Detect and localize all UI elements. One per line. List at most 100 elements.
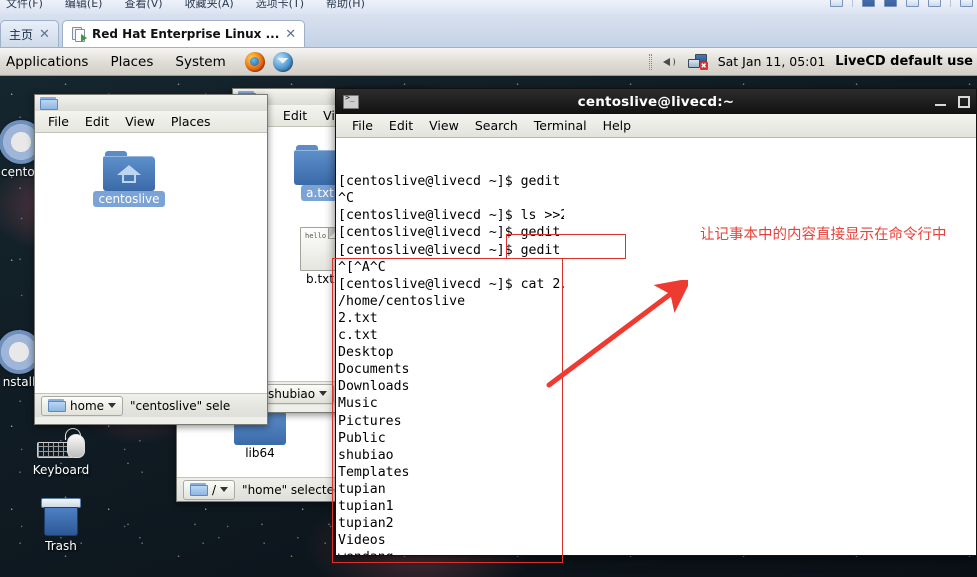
divider [852,0,853,7]
browser-menu-item-4[interactable]: 选项卡(T) [256,0,304,11]
window-icon[interactable] [960,0,973,7]
location-label: home [70,398,105,413]
menu-edit[interactable]: Edit [78,112,116,132]
panel-menu-applications[interactable]: Applications [0,49,99,75]
location-button-root[interactable]: / [183,479,236,500]
tab-label: 主页 [9,27,34,42]
terminal-line: shubiao [338,447,394,463]
terminal-line: tupian1 [338,498,394,514]
settings-icon[interactable] [830,0,843,7]
terminal-line: Documents [338,362,410,378]
panel-menu-places[interactable]: Places [99,49,164,75]
network-disconnected-icon[interactable]: ✖ [687,53,708,70]
menubar-home[interactable]: File Edit View Places [35,111,267,133]
keyboard-icon [37,428,85,462]
browser-tab-home[interactable]: 主页 ✕ [0,20,59,47]
menu-file[interactable]: File [344,115,381,137]
terminal-line: c.txt [338,328,378,344]
volume-icon[interactable] [662,54,678,70]
divider [950,0,951,7]
status-text-home: "centoslive" sele [130,398,231,413]
chevron-down-icon [319,391,328,396]
close-icon[interactable]: ✕ [285,27,296,42]
statusbar-home: home "centoslive" sele [35,393,267,417]
layout-left-icon[interactable] [862,0,875,7]
browser-menubar[interactable]: 文件(F) 编辑(E) 查看(V) 收藏夹(A) 选项卡(T) 帮助(H) [0,0,977,14]
terminal-line: Downloads [338,379,410,395]
fit-width-icon[interactable] [906,0,919,7]
menu-view[interactable]: View [118,112,162,132]
thunderbird-icon[interactable] [272,51,293,72]
location-button-home[interactable]: home [41,395,124,416]
terminal-line: /home/centoslive [338,293,466,309]
terminal-line: wendang [338,549,564,555]
screenshot-icon[interactable] [928,0,941,7]
terminal-line: ^C [338,191,354,207]
titlebar-home[interactable] [35,95,267,111]
browser-menu-item-2[interactable]: 查看(V) [124,0,162,11]
tab-label: Red Hat Enterprise Linux ... [92,27,280,41]
terminal-line: [centoslive@livecd ~]$ cat 2.txt [338,276,564,292]
folder-icon [40,97,58,110]
menu-edit[interactable]: Edit [381,115,421,137]
file-manager-window-home[interactable]: File Edit View Places centoslive home "c… [34,94,268,425]
terminal-line: [centoslive@livecd ~]$ gedit [338,225,561,241]
menu-terminal[interactable]: Terminal [526,115,595,137]
document-preview-text: hello [305,232,327,240]
terminal-menubar[interactable]: File Edit View Search Terminal Help [336,114,976,138]
location-label: shubiao [268,386,316,401]
browser-tab-rhel[interactable]: Red Hat Enterprise Linux ... ✕ [62,20,306,47]
chevron-down-icon [108,403,117,408]
minimize-button[interactable] [935,104,946,106]
gnome-panel[interactable]: Applications Places System ✖ Sat Jan 11,… [0,48,977,76]
home-folder-icon [103,151,155,191]
browser-tabstrip[interactable]: 主页 ✕ Red Hat Enterprise Linux ... ✕ [0,14,977,48]
close-icon[interactable]: ✕ [39,27,50,42]
chevron-down-icon [220,487,229,492]
menu-help[interactable]: Help [595,115,640,137]
menu-search[interactable]: Search [467,115,526,137]
trash-icon [41,498,81,538]
page-icon [71,26,87,42]
file-item-centoslive[interactable]: centoslive [83,151,175,207]
file-item-label: lib64 [245,446,275,460]
terminal-output[interactable]: [centoslive@livecd ~]$ gedit 2.txt^C[cen… [336,138,564,555]
browser-menu-item-0[interactable]: 文件(F) [6,0,43,11]
file-item-label: b.txt [306,272,334,286]
desktop-icon-label: Trash [45,539,77,553]
browser-menu-item-1[interactable]: 编辑(E) [65,0,103,11]
terminal-titlebar[interactable]: centoslive@livecd:~ [336,89,976,114]
panel-username[interactable]: LiveCD default use [835,54,973,69]
desktop-icon-keyboard[interactable]: Keyboard [18,428,104,477]
terminal-line: tupian2 [338,516,394,532]
menu-file[interactable]: File [41,112,76,132]
panel-separator [648,53,652,70]
text-document-icon: hello [300,227,340,271]
panel-clock[interactable]: Sat Jan 11, 05:01 [718,54,826,69]
browser-menu-item-5[interactable]: 帮助(H) [326,0,365,11]
terminal-line: ^[^A^C [338,259,386,275]
layout-top-icon[interactable] [884,0,897,7]
browser-menu-item-3[interactable]: 收藏夹(A) [185,0,234,11]
menu-places[interactable]: Places [164,112,218,132]
firefox-icon[interactable] [244,51,265,72]
maximize-button[interactable] [958,95,970,108]
desktop-icon-trash[interactable]: Trash [18,498,104,553]
terminal-line: Templates [338,464,410,480]
terminal-title-text: centoslive@livecd:~ [577,93,735,110]
terminal-line: [centoslive@livecd ~]$ ls >>2.txt [338,208,564,224]
folder-icon [190,483,208,496]
terminal-line: Music [338,396,378,412]
annotation-text: 让记事本中的内容直接显示在命令行中 [700,227,947,243]
file-list-home[interactable]: centoslive [35,133,267,393]
folder-icon [48,399,66,412]
panel-menu-system[interactable]: System [164,49,236,75]
terminal-line: Pictures [338,413,402,429]
terminal-line: [centoslive@livecd ~]$ gedit 2.txt [338,242,561,258]
terminal-line: Videos [338,533,386,549]
terminal-line: Public [338,430,386,446]
terminal-window[interactable]: centoslive@livecd:~ File Edit View Searc… [335,88,977,556]
menu-view[interactable]: View [421,115,467,137]
file-item-label: a.txt [301,185,339,201]
menu-edit[interactable]: Edit [276,106,314,126]
